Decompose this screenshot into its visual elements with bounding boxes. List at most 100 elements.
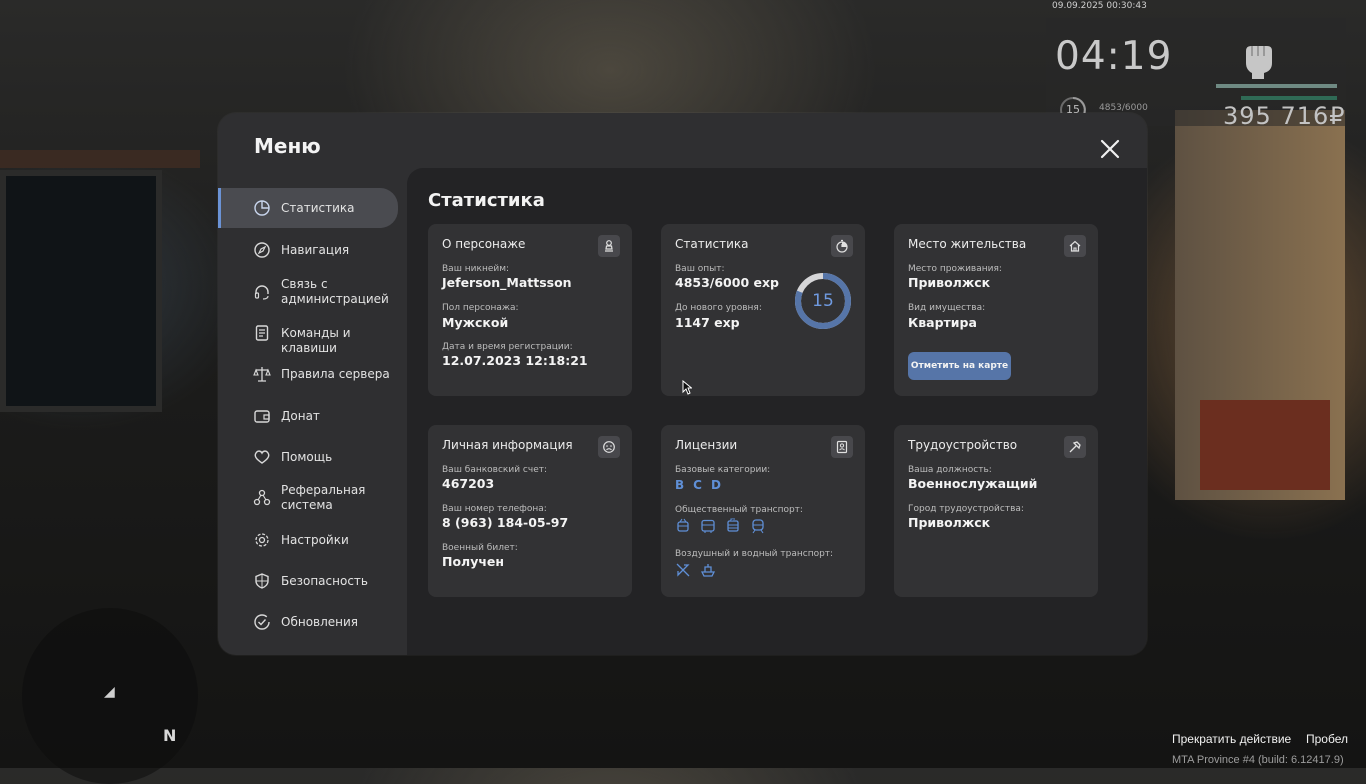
- house-icon: [1064, 235, 1086, 257]
- face-icon: [598, 436, 620, 458]
- person-stamp-icon: [598, 235, 620, 257]
- gender-value: Мужской: [442, 315, 509, 330]
- bank-value: 467203: [442, 476, 495, 491]
- stopwatch-icon: [831, 235, 853, 257]
- sidebar-item-label: Настройки: [281, 533, 349, 547]
- sidebar-item-navigation[interactable]: Навигация: [218, 239, 398, 261]
- card-title: Лицензии: [675, 438, 738, 452]
- phone-value: 8 (963) 184-05-97: [442, 515, 569, 530]
- sidebar-item-referral[interactable]: Реферальная система: [218, 481, 398, 515]
- sidebar-item-commands[interactable]: Команды и клавиши: [218, 322, 398, 355]
- space-key-hint: Пробел: [1306, 732, 1348, 746]
- sidebar-item-label: Статистика: [281, 201, 355, 215]
- nick-value: Jeferson_Mattsson: [442, 275, 572, 290]
- document-icon: [255, 325, 269, 341]
- stop-action-hint: Прекратить действие: [1172, 732, 1292, 746]
- scene-window: [0, 170, 162, 412]
- menu-title: Меню: [254, 134, 321, 158]
- position-label: Ваша должность:: [908, 465, 992, 475]
- sidebar-item-label: Безопасность: [281, 574, 368, 588]
- id-card-icon: [831, 436, 853, 458]
- referral-icon: [253, 489, 271, 506]
- sidebar-item-updates[interactable]: Обновления: [218, 611, 398, 633]
- level-number: 15: [812, 291, 834, 311]
- scene-beam: [0, 150, 200, 168]
- wallet-icon: [254, 410, 270, 423]
- gear-icon: [255, 533, 269, 547]
- north-indicator: N: [163, 726, 177, 745]
- card-character: О персонаже Ваш никнейм: Jeferson_Mattss…: [428, 224, 632, 396]
- player-marker-icon: ◢: [104, 684, 115, 700]
- sidebar-item-admin-contact[interactable]: Связь с администрацией: [218, 275, 398, 309]
- hammer-icon: [1064, 436, 1086, 458]
- air-water-icons: [675, 562, 716, 578]
- next-level-value: 1147 exp: [675, 315, 740, 330]
- nick-label: Ваш никнейм:: [442, 264, 510, 274]
- hud-datetime: 09.09.2025 00:30:43: [1052, 1, 1147, 11]
- check-circle-icon: [254, 614, 270, 630]
- license-category: B: [675, 478, 685, 492]
- shield-icon: [255, 573, 269, 589]
- sidebar-item-label: Навигация: [281, 243, 350, 257]
- military-value: Получен: [442, 554, 505, 569]
- public-transport-icons: [675, 518, 766, 534]
- place-label: Место проживания:: [908, 264, 1002, 274]
- airplane-icon: [676, 563, 690, 577]
- gender-label: Пол персонажа:: [442, 303, 519, 313]
- card-residence: Место жительства Место проживания: Приво…: [894, 224, 1098, 396]
- trolleybus-icon: [677, 518, 689, 532]
- property-type-label: Вид имущества:: [908, 303, 986, 313]
- sidebar-item-help[interactable]: Помощь: [218, 446, 398, 468]
- position-value: Военнослужащий: [908, 476, 1038, 491]
- hud-exp: 4853/6000: [1099, 103, 1148, 113]
- job-city-value: Приволжск: [908, 515, 991, 530]
- compass-icon: [254, 242, 270, 258]
- license-category: D: [710, 478, 721, 492]
- sidebar-item-label: Связь с администрацией: [281, 277, 389, 306]
- mark-on-map-button[interactable]: Отметить на карте: [908, 352, 1011, 380]
- property-type-value: Квартира: [908, 315, 977, 330]
- card-title: О персонаже: [442, 237, 526, 251]
- license-category: C: [693, 478, 702, 492]
- card-licenses: Лицензии Базовые категории: BCD Обществе…: [661, 425, 865, 597]
- card-statistics: Статистика Ваш опыт: 4853/6000 exp До но…: [661, 224, 865, 396]
- place-value: Приволжск: [908, 275, 991, 290]
- pie-chart-icon: [254, 200, 270, 216]
- close-button[interactable]: [1097, 136, 1123, 162]
- hud-time: 04:19: [1055, 34, 1173, 79]
- scales-icon: [253, 367, 271, 382]
- scene-shelf: [1175, 110, 1345, 500]
- card-personal-info: Личная информация Ваш банковский счет: 4…: [428, 425, 632, 597]
- content-panel: Статистика О персонаже Ваш никнейм: Jefe…: [407, 168, 1147, 655]
- hud-money: 395 716₽: [1223, 102, 1346, 130]
- military-label: Военный билет:: [442, 543, 518, 553]
- base-categories: BCD: [675, 478, 730, 492]
- phone-label: Ваш номер телефона:: [442, 504, 547, 514]
- card-title: Трудоустройство: [908, 438, 1018, 452]
- sidebar-item-security[interactable]: Безопасность: [218, 570, 398, 592]
- sidebar-item-statistics[interactable]: Статистика: [218, 188, 398, 228]
- card-employment: Трудоустройство Ваша должность: Военносл…: [894, 425, 1098, 597]
- sidebar-item-rules[interactable]: Правила сервера: [218, 363, 398, 385]
- exp-label: Ваш опыт:: [675, 264, 725, 274]
- headset-icon: [254, 285, 269, 300]
- sidebar-item-label: Донат: [281, 409, 320, 423]
- air-water-label: Воздушный и водный транспорт:: [675, 549, 834, 559]
- reg-value: 12.07.2023 12:18:21: [442, 353, 588, 368]
- scene-shelf-bottom: [1200, 400, 1330, 490]
- sidebar-item-label: Правила сервера: [281, 367, 390, 381]
- sidebar-item-label: Команды и клавиши: [281, 326, 351, 355]
- next-level-label: До нового уровня:: [675, 303, 762, 313]
- tram-icon: [727, 518, 739, 532]
- fist-icon: [1246, 46, 1272, 79]
- card-title: Статистика: [675, 237, 749, 251]
- boat-icon: [700, 564, 716, 577]
- card-title: Место жительства: [908, 237, 1027, 251]
- heart-hand-icon: [254, 450, 270, 464]
- sidebar-item-label: Обновления: [281, 615, 359, 629]
- base-categories-label: Базовые категории:: [675, 465, 771, 475]
- sidebar-item-donate[interactable]: Донат: [218, 405, 398, 427]
- sidebar-item-label: Помощь: [281, 450, 333, 464]
- sidebar-item-settings[interactable]: Настройки: [218, 529, 398, 551]
- subway-icon: [752, 519, 764, 534]
